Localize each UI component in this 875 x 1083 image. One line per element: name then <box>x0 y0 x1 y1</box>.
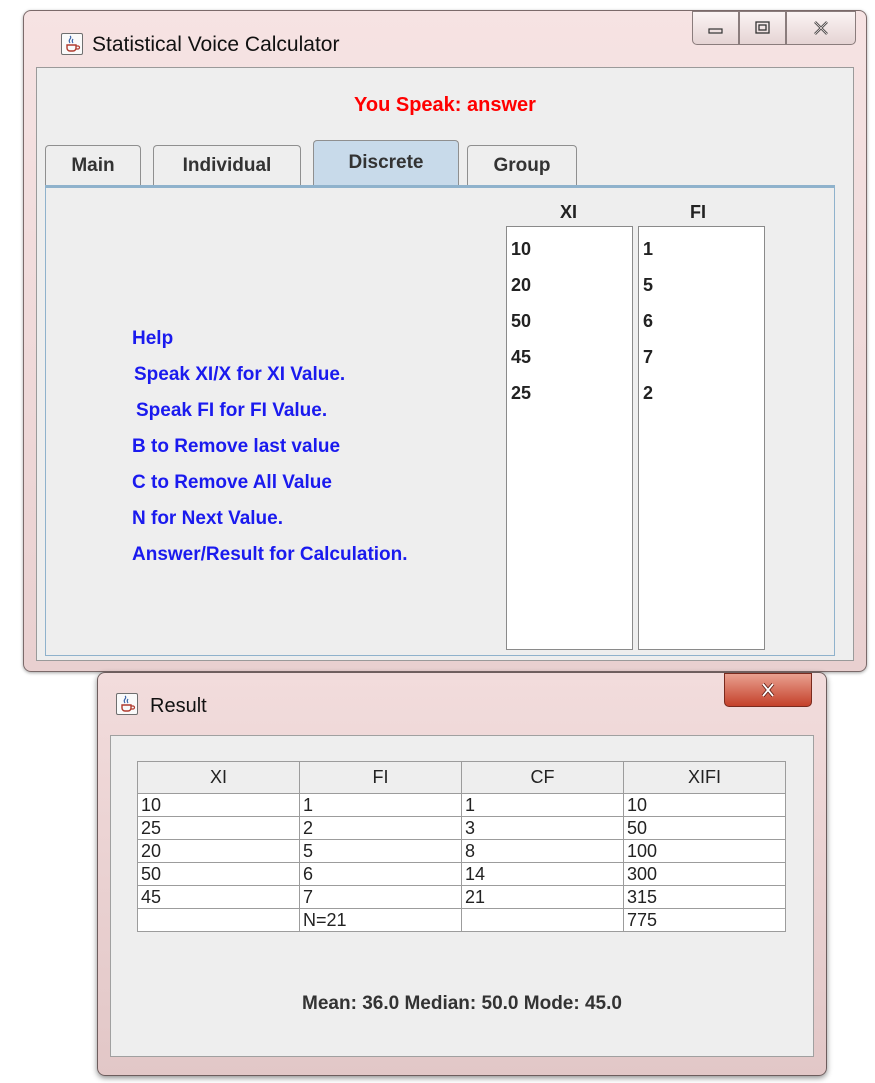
table-cell[interactable]: 1 <box>299 793 462 817</box>
table-cell[interactable]: 10 <box>623 793 786 817</box>
discrete-tab-panel: Help Speak XI/X for XI Value. Speak FI f… <box>45 185 835 656</box>
java-coffee-icon[interactable] <box>61 33 83 55</box>
table-cell[interactable]: 50 <box>137 862 300 886</box>
main-content: You Speak: answer Main Individual Discre… <box>36 67 854 661</box>
main-window: Statistical Voice Calculator You Speak: … <box>23 10 867 672</box>
table-cell[interactable]: 7 <box>299 885 462 909</box>
summary-text: Mean: 36.0 Median: 50.0 Mode: 45.0 <box>302 993 622 1014</box>
minimize-icon <box>707 28 723 34</box>
list-item[interactable]: 20 <box>507 267 632 303</box>
tab-main[interactable]: Main <box>45 145 141 185</box>
list-item[interactable]: 50 <box>507 303 632 339</box>
table-row[interactable]: 25 2 3 50 <box>137 816 786 840</box>
java-coffee-icon[interactable] <box>116 693 138 715</box>
column-header-xifi[interactable]: XIFI <box>623 761 786 794</box>
minimize-button[interactable] <box>692 11 739 45</box>
table-row[interactable]: 10 1 1 10 <box>137 793 786 817</box>
xi-header: XI <box>560 202 578 222</box>
table-cell[interactable]: 315 <box>623 885 786 909</box>
help-line: C to Remove All Value <box>132 472 332 493</box>
help-line: N for Next Value. <box>132 508 283 529</box>
table-cell[interactable]: 5 <box>299 839 462 863</box>
result-table: XI FI CF XIFI 10 1 1 10 25 2 3 50 20 5 8… <box>137 761 786 932</box>
table-cell[interactable]: 20 <box>137 839 300 863</box>
list-item[interactable]: 1 <box>639 231 764 267</box>
table-cell[interactable]: 50 <box>623 816 786 840</box>
speak-status: You Speak: answer <box>354 94 536 116</box>
column-header-xi[interactable]: XI <box>137 761 300 794</box>
table-cell[interactable]: 8 <box>461 839 624 863</box>
table-cell[interactable] <box>461 908 624 932</box>
window-title: Statistical Voice Calculator <box>92 33 340 56</box>
list-item[interactable]: 6 <box>639 303 764 339</box>
table-cell[interactable]: 14 <box>461 862 624 886</box>
table-cell[interactable] <box>137 908 300 932</box>
table-cell[interactable]: 45 <box>137 885 300 909</box>
table-row[interactable]: 20 5 8 100 <box>137 839 786 863</box>
table-row-totals[interactable]: N=21 775 <box>137 908 786 932</box>
list-item[interactable]: 10 <box>507 231 632 267</box>
table-cell[interactable]: 100 <box>623 839 786 863</box>
close-icon <box>761 682 775 698</box>
fi-list[interactable]: 1 5 6 7 2 <box>638 226 765 650</box>
column-header-fi[interactable]: FI <box>299 761 462 794</box>
tab-discrete[interactable]: Discrete <box>313 140 459 185</box>
table-cell[interactable]: 25 <box>137 816 300 840</box>
help-line: Speak XI/X for XI Value. <box>134 364 346 385</box>
fi-header: FI <box>690 202 706 222</box>
table-row[interactable]: 50 6 14 300 <box>137 862 786 886</box>
close-icon <box>814 21 828 35</box>
help-line: Answer/Result for Calculation. <box>132 544 408 565</box>
maximize-button[interactable] <box>739 11 786 45</box>
tab-group[interactable]: Group <box>467 145 577 185</box>
help-line: B to Remove last value <box>132 436 341 457</box>
close-button[interactable] <box>724 673 812 707</box>
list-item[interactable]: 2 <box>639 375 764 411</box>
table-cell[interactable]: 300 <box>623 862 786 886</box>
table-cell[interactable]: 10 <box>137 793 300 817</box>
list-item[interactable]: 5 <box>639 267 764 303</box>
table-cell[interactable]: 775 <box>623 908 786 932</box>
list-item[interactable]: 25 <box>507 375 632 411</box>
table-cell[interactable]: 6 <box>299 862 462 886</box>
list-item[interactable]: 7 <box>639 339 764 375</box>
table-header-row: XI FI CF XIFI <box>137 761 786 794</box>
window-controls <box>692 11 856 45</box>
table-row[interactable]: 45 7 21 315 <box>137 885 786 909</box>
table-cell[interactable]: 2 <box>299 816 462 840</box>
table-cell[interactable]: N=21 <box>299 908 462 932</box>
result-window-title: Result <box>150 695 207 717</box>
table-cell[interactable]: 1 <box>461 793 624 817</box>
list-item[interactable]: 45 <box>507 339 632 375</box>
table-cell[interactable]: 3 <box>461 816 624 840</box>
help-line: Speak FI for FI Value. <box>136 400 328 421</box>
column-header-cf[interactable]: CF <box>461 761 624 794</box>
result-window: Result XI FI CF XIFI 10 1 1 10 25 2 3 50… <box>97 672 827 1076</box>
help-line: Help <box>132 328 174 349</box>
maximize-icon <box>754 21 770 34</box>
table-cell[interactable]: 21 <box>461 885 624 909</box>
xi-list[interactable]: 10 20 50 45 25 <box>506 226 633 650</box>
result-content: XI FI CF XIFI 10 1 1 10 25 2 3 50 20 5 8… <box>110 735 814 1057</box>
tab-individual[interactable]: Individual <box>153 145 301 185</box>
close-button[interactable] <box>786 11 856 45</box>
